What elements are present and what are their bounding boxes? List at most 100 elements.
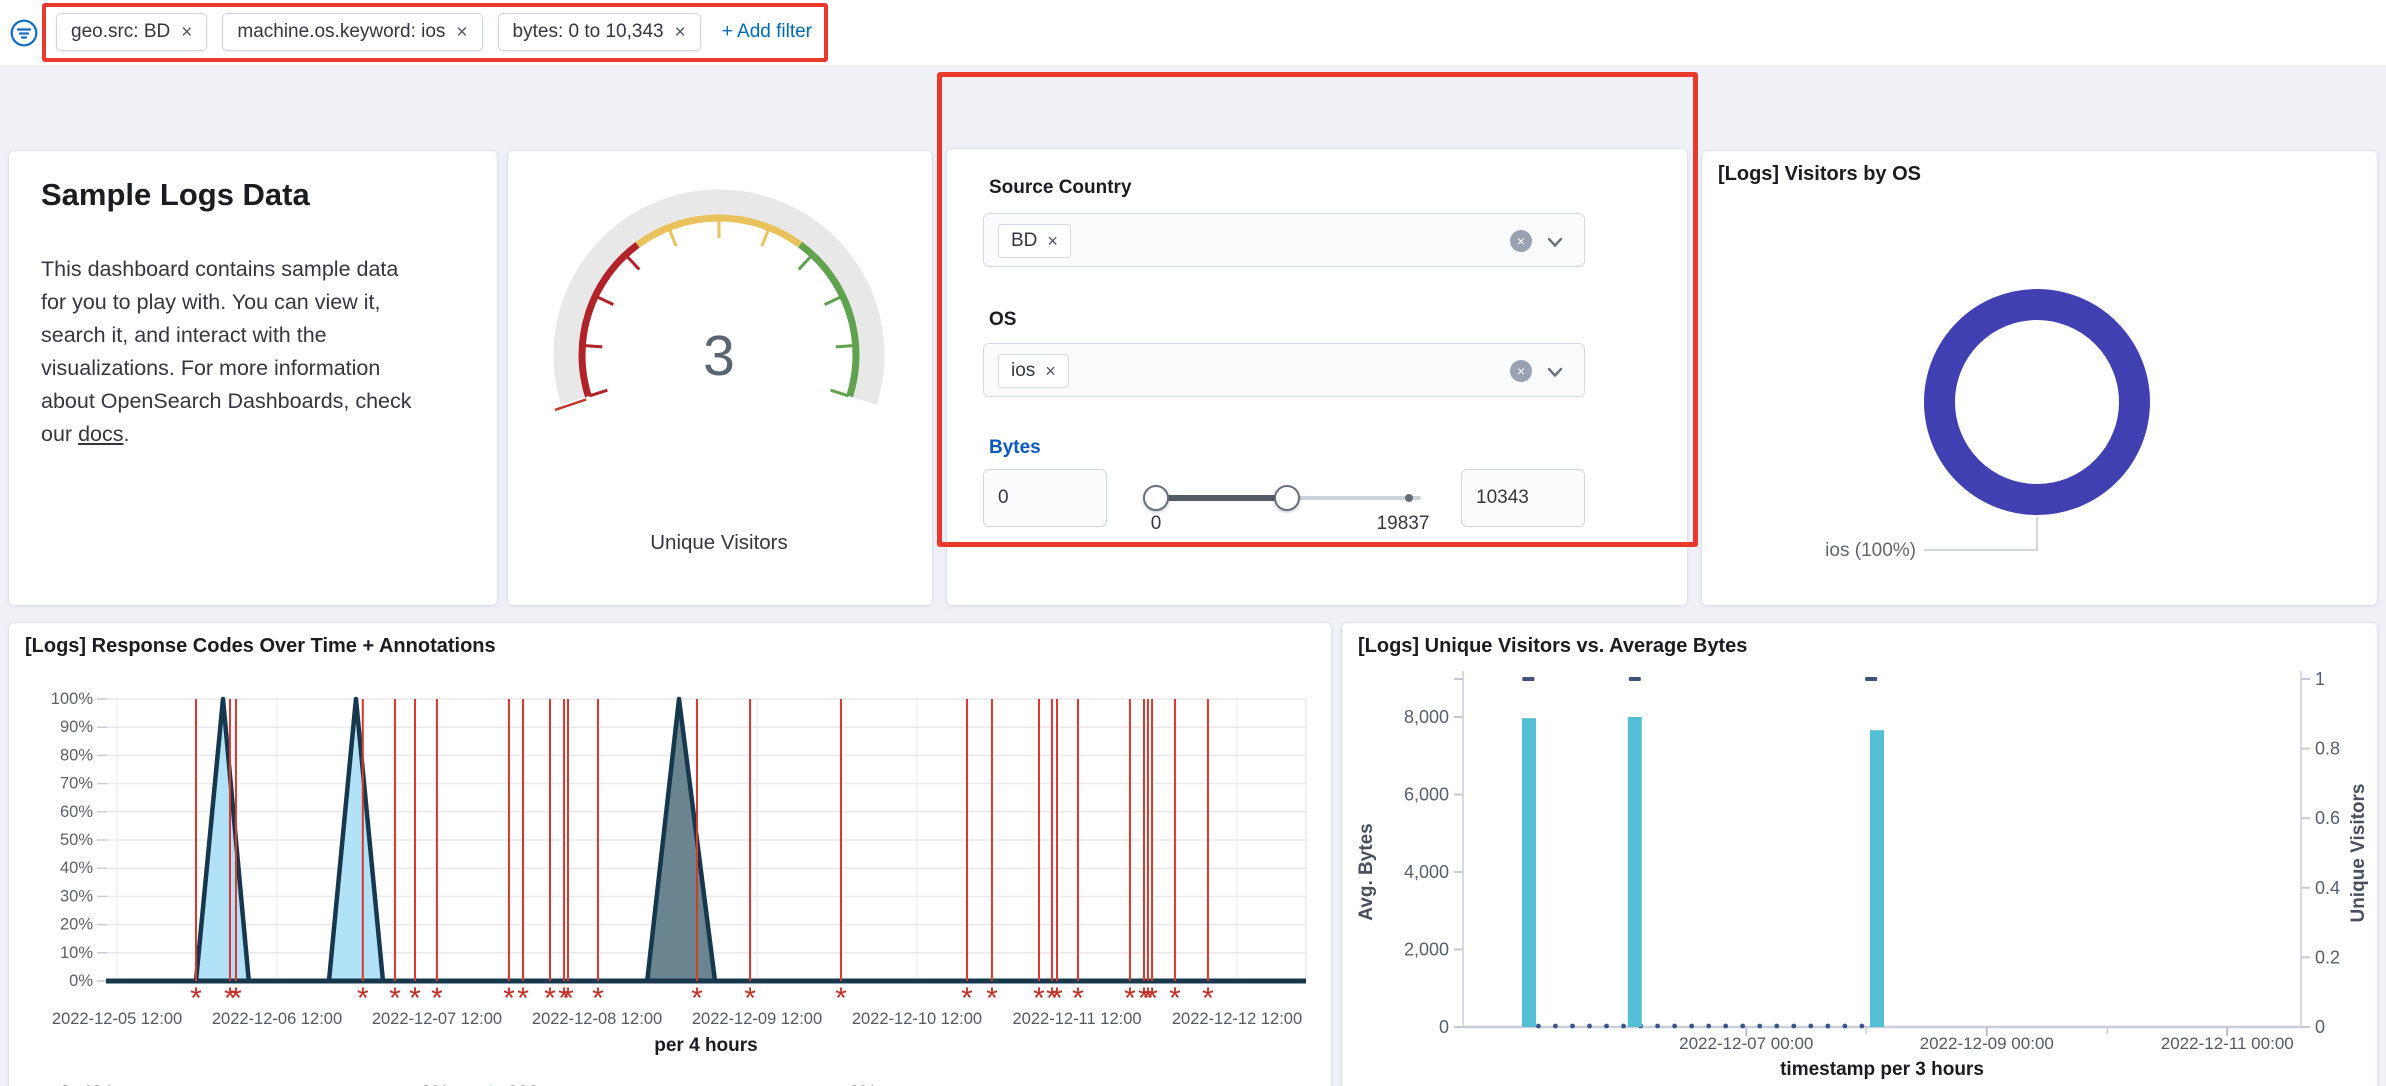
zero-marker-dot [1808, 1024, 1813, 1029]
x-axis-tick-label: 2022-12-09 00:00 [1920, 1034, 2054, 1053]
slider-min-label: 0 [1136, 513, 1176, 535]
donut-callout-line [1924, 517, 2037, 550]
y-axis-tick-label: 70% [60, 775, 93, 793]
y-axis-tick-label: 80% [60, 746, 93, 764]
y-axis-tick-label: 30% [60, 887, 93, 905]
annotation-marker: * [357, 982, 369, 1015]
remove-source-country-icon[interactable]: × [1047, 231, 1058, 252]
gauge-label: Unique Visitors [650, 531, 788, 554]
y-axis-tick-label: 90% [60, 718, 93, 736]
left-axis-title: Avg. Bytes [1356, 823, 1377, 921]
visitors-vs-bytes-chart[interactable]: 02,0004,0006,0008,00000.20.40.60.812022-… [1342, 623, 2379, 1086]
visitors-by-os-donut[interactable]: ios (100%) [1702, 151, 2379, 607]
panel-visitors-vs-bytes: [Logs] Unique Visitors vs. Average Bytes… [1341, 622, 2378, 1086]
gauge-tick [799, 256, 812, 270]
filter-icon[interactable] [10, 19, 38, 47]
right-axis-tick-label: 0.4 [2315, 878, 2340, 898]
donut-callout-label: ios (100%) [1825, 540, 1916, 561]
annotation-marker: * [517, 982, 529, 1015]
os-label: OS [989, 309, 1016, 331]
unique-visitors-mark [1522, 677, 1534, 681]
source-country-selected-value: BD [1011, 230, 1037, 252]
panel-controls: Source Country BD × × OS ios × × [946, 148, 1688, 606]
gauge-tick [583, 346, 602, 347]
filter-pill-label: machine.os.keyword: ios [237, 21, 445, 43]
zero-marker-dot [1825, 1024, 1830, 1029]
filter-pill[interactable]: bytes: 0 to 10,343 × [498, 13, 701, 51]
filter-pill[interactable]: geo.src: BD × [56, 13, 207, 51]
zero-marker-dot [1553, 1024, 1558, 1029]
x-axis-tick-label: 2022-12-05 12:00 [52, 1010, 182, 1028]
left-axis-tick-label: 4,000 [1404, 862, 1449, 882]
panel-sample-logs: Sample Logs Data This dashboard contains… [8, 150, 498, 606]
remove-os-icon[interactable]: × [1045, 361, 1056, 382]
intro-text-line: about OpenSearch Dashboards, check [41, 385, 493, 418]
slider-handle-max[interactable] [1274, 485, 1300, 511]
panel-unique-visitors-gauge: 3Unique Visitors [507, 150, 933, 606]
bytes-min-input[interactable] [983, 469, 1107, 527]
clear-os-icon[interactable]: × [1510, 360, 1532, 382]
remove-filter-icon[interactable]: × [181, 23, 192, 42]
zero-marker-dot [1536, 1024, 1541, 1029]
zero-marker-dot [1621, 1024, 1626, 1029]
response-codes-chart[interactable]: 0%10%20%30%40%50%60%70%80%90%100%*******… [9, 623, 1333, 1086]
remove-filter-icon[interactable]: × [675, 23, 686, 42]
zero-marker-dot [1587, 1024, 1592, 1029]
zero-marker-dot [1859, 1024, 1864, 1029]
donut-slice-ios [1940, 305, 2135, 500]
chevron-down-icon[interactable] [1546, 233, 1564, 251]
source-country-selected-pill[interactable]: BD × [998, 224, 1071, 258]
filter-pill-label: bytes: 0 to 10,343 [513, 21, 664, 43]
dashboard-canvas: Sample Logs Data This dashboard contains… [0, 66, 2386, 1086]
x-axis-tick-label: 2022-12-09 12:00 [692, 1010, 822, 1028]
add-filter-button[interactable]: + Add filter [722, 21, 812, 43]
annotation-marker: * [503, 982, 515, 1015]
left-axis-tick-label: 8,000 [1404, 707, 1449, 727]
x-axis-tick-label: 2022-12-07 00:00 [1679, 1034, 1813, 1053]
intro-text-line: search it, and interact with the [41, 319, 493, 352]
zero-marker-dot [1757, 1024, 1762, 1029]
gauge-tick [626, 256, 639, 270]
unique-visitors-mark [1629, 677, 1641, 681]
intro-text-line: for you to play with. You can view it, [41, 286, 493, 319]
right-axis-tick-label: 0.8 [2315, 739, 2340, 759]
x-axis-tick-label: 2022-12-10 12:00 [852, 1010, 982, 1028]
gauge-tick [669, 228, 676, 246]
x-axis-tick-label: 2022-12-12 12:00 [1172, 1010, 1302, 1028]
filter-pill[interactable]: machine.os.keyword: ios × [222, 13, 482, 51]
zero-marker-dot [1740, 1024, 1745, 1029]
annotation-marker: * [190, 982, 202, 1015]
zero-marker-dot [1842, 1024, 1847, 1029]
chevron-down-icon[interactable] [1546, 363, 1564, 381]
zero-marker-dot [1791, 1024, 1796, 1029]
y-axis-tick-label: 50% [60, 831, 93, 849]
y-axis-tick-label: 100% [51, 690, 94, 708]
bytes-max-input[interactable] [1461, 469, 1585, 527]
x-axis-tick-label: 2022-12-11 12:00 [1013, 1010, 1142, 1028]
y-axis-tick-label: 20% [60, 916, 93, 934]
remove-filter-icon[interactable]: × [456, 23, 467, 42]
gauge-tick [596, 296, 613, 304]
os-selected-pill[interactable]: ios × [998, 354, 1069, 388]
panel-visitors-by-os: [Logs] Visitors by OS ios (100%) [1701, 150, 2378, 606]
left-axis-tick-label: 0 [1439, 1017, 1449, 1037]
zero-marker-dot [1655, 1024, 1660, 1029]
dashboard-page: geo.src: BD×machine.os.keyword: ios×byte… [0, 0, 2386, 1086]
slider-track-selected[interactable] [1156, 495, 1287, 501]
right-axis-tick-label: 0.2 [2315, 947, 2340, 967]
slider-max-label: 19837 [1353, 513, 1453, 535]
os-combobox[interactable]: ios × × [983, 343, 1585, 397]
annotation-marker: * [986, 982, 998, 1015]
filter-pill-label: geo.src: BD [71, 21, 170, 43]
y-axis-tick-label: 0% [69, 972, 93, 990]
bytes-label: Bytes [989, 437, 1041, 459]
x-axis-title: per 4 hours [654, 1035, 757, 1056]
intro-text-line: our docs. [41, 418, 493, 451]
zero-marker-dot [1723, 1024, 1728, 1029]
docs-link[interactable]: docs [78, 422, 123, 446]
source-country-combobox[interactable]: BD × × [983, 213, 1585, 267]
slider-handle-min[interactable] [1143, 485, 1169, 511]
filter-bar: geo.src: BD×machine.os.keyword: ios×byte… [0, 0, 2386, 66]
clear-source-country-icon[interactable]: × [1510, 230, 1532, 252]
zero-marker-dot [1604, 1024, 1609, 1029]
